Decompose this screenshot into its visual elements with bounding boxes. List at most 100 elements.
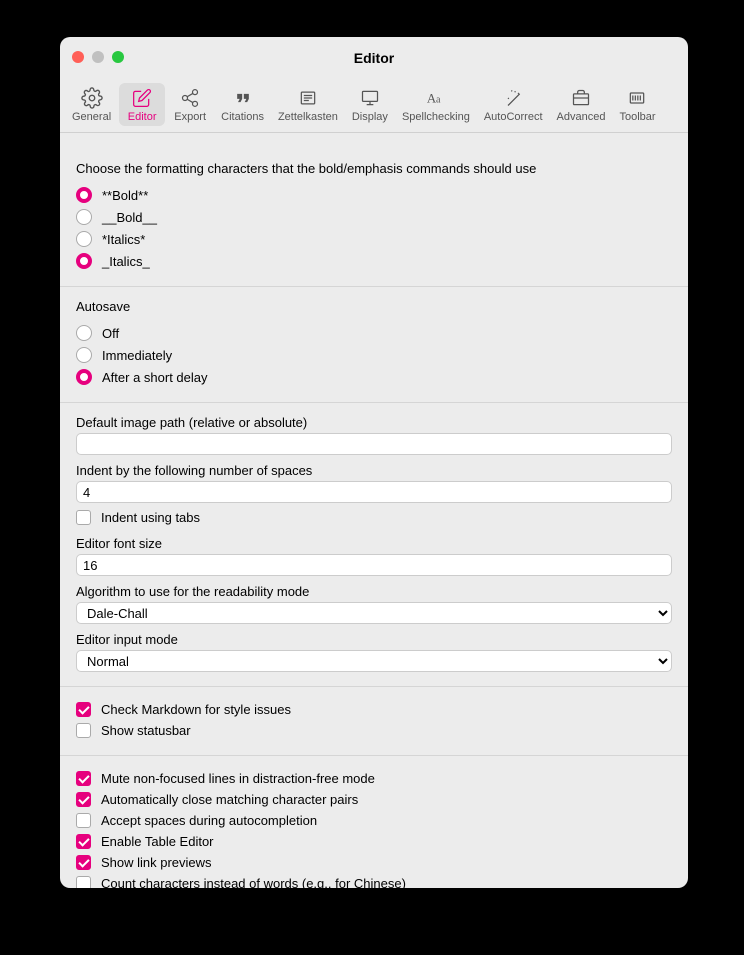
checkbox-input[interactable] [76, 510, 91, 525]
tab-label: Advanced [557, 111, 606, 123]
field-label: Editor input mode [76, 632, 672, 647]
radio-option[interactable]: After a short delay [76, 366, 672, 388]
radio-option[interactable]: Off [76, 322, 672, 344]
option-label: After a short delay [102, 370, 208, 385]
tab-citations[interactable]: Citations [215, 83, 270, 126]
checkbox-option[interactable]: Indent using tabs [76, 507, 672, 528]
radio-option[interactable]: Immediately [76, 344, 672, 366]
traffic-lights [72, 51, 124, 63]
section-heading: Autosave [76, 299, 672, 314]
option-label: *Italics* [102, 232, 145, 247]
quote-icon [233, 87, 253, 109]
gear-icon [81, 87, 103, 109]
indent-spaces-input[interactable] [76, 481, 672, 503]
checkbox-option[interactable]: Accept spaces during autocompletion [76, 810, 672, 831]
checkbox-option[interactable]: Show statusbar [76, 720, 672, 741]
radio-input[interactable] [76, 231, 92, 247]
font-icon: Aa [425, 87, 447, 109]
checkbox-option[interactable]: Automatically close matching character p… [76, 789, 672, 810]
tab-label: Editor [128, 111, 157, 123]
checkbox-input[interactable] [76, 723, 91, 738]
radio-input[interactable] [76, 347, 92, 363]
edit-icon [132, 87, 152, 109]
option-label: **Bold** [102, 188, 148, 203]
radio-option[interactable]: *Italics* [76, 228, 672, 250]
minimize-button[interactable] [92, 51, 104, 63]
svg-text:a: a [436, 95, 441, 106]
section-heading: Choose the formatting characters that th… [76, 161, 672, 176]
briefcase-icon [571, 87, 591, 109]
titlebar: Editor [60, 37, 688, 79]
tab-label: Zettelkasten [278, 111, 338, 123]
window-title: Editor [60, 50, 688, 66]
tab-label: Citations [221, 111, 264, 123]
input-mode-select[interactable]: Normal [76, 650, 672, 672]
font-size-input[interactable] [76, 554, 672, 576]
field-label: Indent by the following number of spaces [76, 463, 672, 478]
tab-label: Display [352, 111, 388, 123]
radio-option[interactable]: __Bold__ [76, 206, 672, 228]
checkbox-option[interactable]: Count characters instead of words (e.g.,… [76, 873, 672, 888]
radio-input[interactable] [76, 253, 92, 269]
checkbox-input[interactable] [76, 834, 91, 849]
checkbox-input[interactable] [76, 771, 91, 786]
option-label: Check Markdown for style issues [101, 702, 291, 717]
checkbox-option[interactable]: Enable Table Editor [76, 831, 672, 852]
wand-icon [503, 87, 523, 109]
radio-input[interactable] [76, 187, 92, 203]
close-button[interactable] [72, 51, 84, 63]
radio-input[interactable] [76, 369, 92, 385]
radio-input[interactable] [76, 209, 92, 225]
note-icon [298, 87, 318, 109]
checkbox-input[interactable] [76, 813, 91, 828]
tab-label: AutoCorrect [484, 111, 543, 123]
checks1-section: Check Markdown for style issues Show sta… [60, 687, 688, 756]
option-label: Show statusbar [101, 723, 191, 738]
option-label: Off [102, 326, 119, 341]
tab-toolbar[interactable]: Toolbar [613, 83, 661, 126]
readability-select[interactable]: Dale-Chall [76, 602, 672, 624]
image-path-input[interactable] [76, 433, 672, 455]
tab-general[interactable]: General [66, 83, 117, 126]
field-label: Default image path (relative or absolute… [76, 415, 672, 430]
checkbox-option[interactable]: Mute non-focused lines in distraction-fr… [76, 768, 672, 789]
checkbox-input[interactable] [76, 702, 91, 717]
tab-autocorrect[interactable]: AutoCorrect [478, 83, 549, 126]
fields-section: Default image path (relative or absolute… [60, 403, 688, 687]
checkbox-input[interactable] [76, 792, 91, 807]
tab-export[interactable]: Export [167, 83, 213, 126]
tab-label: General [72, 111, 111, 123]
option-label: Automatically close matching character p… [101, 792, 358, 807]
checkbox-option[interactable]: Show link previews [76, 852, 672, 873]
checkbox-option[interactable]: Check Markdown for style issues [76, 699, 672, 720]
tab-display[interactable]: Display [346, 83, 394, 126]
radio-option[interactable]: _Italics_ [76, 250, 672, 272]
maximize-button[interactable] [112, 51, 124, 63]
checkbox-input[interactable] [76, 855, 91, 870]
share-icon [180, 87, 200, 109]
preferences-window: Editor General Editor Export Citations [60, 37, 688, 888]
monitor-icon [360, 87, 380, 109]
tab-advanced[interactable]: Advanced [551, 83, 612, 126]
formatting-section: Choose the formatting characters that th… [60, 133, 688, 287]
option-label: Mute non-focused lines in distraction-fr… [101, 771, 375, 786]
option-label: Enable Table Editor [101, 834, 214, 849]
option-label: _Italics_ [102, 254, 150, 269]
field-label: Editor font size [76, 536, 672, 551]
option-label: Indent using tabs [101, 510, 200, 525]
option-label: Accept spaces during autocompletion [101, 813, 317, 828]
tab-spellchecking[interactable]: Aa Spellchecking [396, 83, 476, 126]
tab-label: Toolbar [619, 111, 655, 123]
tab-editor[interactable]: Editor [119, 83, 165, 126]
barcode-icon [627, 87, 647, 109]
option-label: Count characters instead of words (e.g.,… [101, 876, 406, 888]
content-pane: Choose the formatting characters that th… [60, 133, 688, 888]
option-label: Immediately [102, 348, 172, 363]
radio-option[interactable]: **Bold** [76, 184, 672, 206]
tab-zettelkasten[interactable]: Zettelkasten [272, 83, 344, 126]
field-label: Algorithm to use for the readability mod… [76, 584, 672, 599]
option-label: __Bold__ [102, 210, 157, 225]
radio-input[interactable] [76, 325, 92, 341]
checkbox-input[interactable] [76, 876, 91, 888]
preferences-toolbar: General Editor Export Citations Zettelka… [60, 79, 688, 133]
